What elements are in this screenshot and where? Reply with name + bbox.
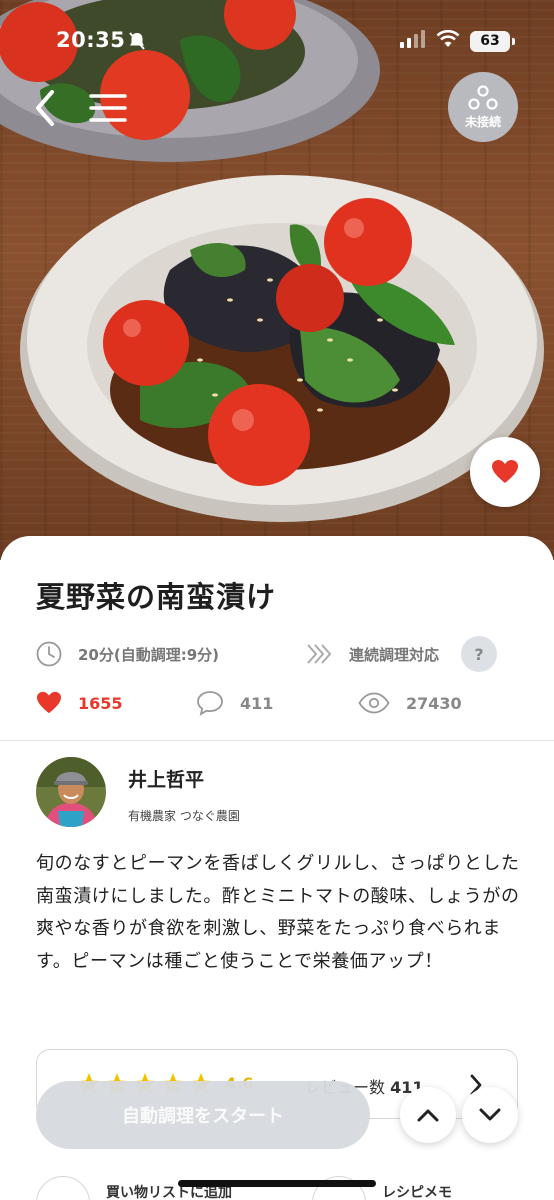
recipe-title: 夏野菜の南蛮漬け [36, 580, 277, 614]
chevron-left-icon [36, 90, 54, 126]
views-count: 27430 [406, 693, 462, 713]
shopping-bag-icon [36, 1176, 90, 1200]
help-button[interactable]: ? [461, 636, 497, 672]
back-button[interactable] [28, 86, 64, 130]
wifi-icon [436, 29, 460, 52]
views-stat: 27430 [358, 687, 462, 719]
comments-stat[interactable]: 411 [196, 687, 273, 719]
home-indicator [178, 1180, 376, 1187]
hamburger-icon [89, 94, 127, 122]
status-time: 20:35 [56, 28, 126, 52]
triple-chevron-icon [306, 643, 332, 669]
start-auto-cooking-button[interactable]: 自動調理をスタート [36, 1081, 370, 1149]
signal-icon [400, 30, 426, 52]
clock-icon [36, 641, 62, 671]
recipe-description: 旬のなすとピーマンを香ばしくグリルし、さっぱりとした南蛮漬けにしました。酢とミニ… [36, 853, 520, 972]
heart-icon [492, 460, 518, 483]
silent-mode-icon [128, 31, 146, 55]
favorite-button[interactable] [470, 437, 540, 507]
heart-icon [37, 691, 61, 714]
eye-icon [358, 692, 390, 714]
recipe-stats-row: 1655 411 27430 [36, 687, 516, 719]
avatar[interactable] [36, 757, 106, 827]
recipe-memo-label: レシピメモ [382, 1185, 452, 1200]
cooking-time: 20分(自動調理:9分) [78, 646, 220, 664]
chevron-up-icon [417, 1109, 439, 1122]
comment-bubble-icon [197, 691, 223, 716]
battery-icon: 63 [470, 30, 515, 52]
scroll-up-button[interactable] [400, 1087, 456, 1143]
comments-count: 411 [240, 693, 274, 713]
likes-count: 1655 [78, 693, 123, 713]
status-bar: 20:35 63 [0, 0, 554, 84]
scroll-down-button[interactable] [462, 1087, 518, 1143]
chevron-down-icon [479, 1108, 501, 1121]
continuous-cooking-label: 連続調理対応 [349, 646, 440, 664]
divider [0, 740, 554, 741]
recipe-meta-row: 20分(自動調理:9分) 連続調理対応 ? [36, 636, 516, 672]
author-organization: 有機農家 つなぐ農園 [128, 809, 240, 823]
menu-button[interactable] [88, 90, 128, 126]
connection-status-label: 未接続 [464, 114, 501, 129]
device-cluster-icon [468, 84, 498, 110]
author-name: 井上哲平 [128, 769, 205, 791]
likes-stat[interactable]: 1655 [36, 687, 123, 719]
device-connection-button[interactable]: 未接続 [448, 72, 518, 142]
author-section[interactable]: 井上哲平 有機農家 つなぐ農園 [36, 757, 516, 831]
